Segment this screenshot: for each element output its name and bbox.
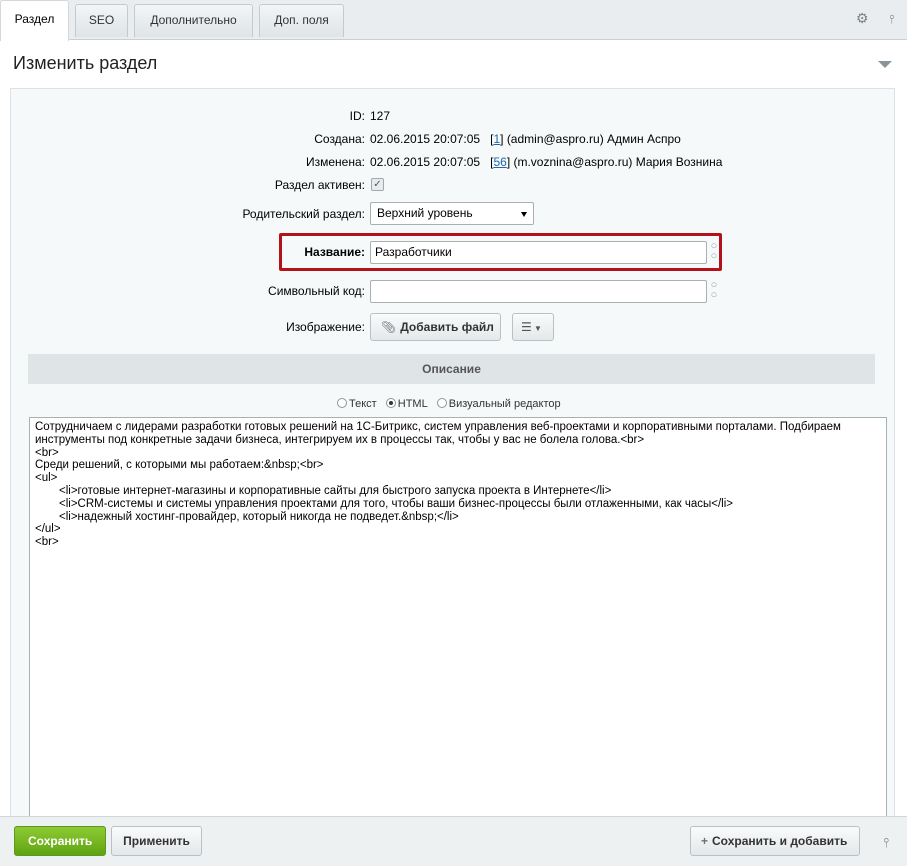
tab-bar: Раздел SEO Дополнительно Доп. поля ⚙ ⫯ [0, 0, 907, 41]
radio-visual[interactable] [436, 398, 447, 408]
row-active: Раздел активен: ✓ [11, 174, 896, 196]
paperclip-icon: 📎︎ [381, 320, 397, 334]
code-input[interactable] [370, 280, 707, 303]
name-input[interactable]: Разработчики [370, 241, 707, 264]
mode-visual-label: Визуальный редактор [448, 398, 561, 410]
editor-line: <br> [35, 446, 59, 459]
active-label: Раздел активен: [274, 178, 365, 192]
id-label: ID: [349, 109, 365, 123]
edit-section-card: Изменить раздел ID: 127 Создана: 02.06.2… [0, 40, 907, 829]
created-user-link[interactable]: 1 [493, 132, 500, 146]
modified-label: Изменена: [306, 155, 365, 169]
name-label: Название: [304, 245, 365, 259]
created-date: 02.06.2015 20:07:05 [370, 132, 481, 146]
created-value: 02.06.2015 20:07:05 [1] (admin@aspro.ru)… [370, 132, 681, 146]
page-title: Изменить раздел [13, 53, 158, 73]
apply-button[interactable]: Применить [111, 826, 202, 856]
add-file-button[interactable]: 📎︎ Добавить файл [370, 313, 501, 341]
pin-icon[interactable]: ⫯ [883, 835, 889, 851]
editor-line: <ul> [35, 472, 58, 485]
description-textarea[interactable]: Сотрудничаем с лидерами разработки готов… [29, 417, 887, 829]
tab-extra-fields[interactable]: Доп. поля [259, 4, 344, 37]
row-parent: Родительский раздел: Верхний уровень [11, 202, 896, 226]
parent-section-select[interactable]: Верхний уровень [370, 202, 534, 225]
pin-icon[interactable]: ⫯ [883, 12, 901, 27]
mode-text-label: Текст [349, 398, 377, 410]
editor-line: инструменты под конкретные задачи бизнес… [35, 433, 645, 446]
mode-html[interactable]: HTML [385, 398, 428, 410]
parent-label: Родительский раздел: [242, 207, 365, 221]
add-file-label: Добавить файл [400, 320, 494, 334]
editor-line: <li>готовые интернет-магазины и корпорат… [59, 484, 612, 497]
modified-value: 02.06.2015 20:07:05 [56] (m.voznina@aspr… [370, 155, 723, 169]
gear-icon[interactable]: ⚙ [853, 10, 871, 27]
editor-mode-switch: Текст HTML Визуальный редактор [337, 398, 567, 410]
mode-html-label: HTML [397, 398, 428, 410]
footer-bar: Сохранить Применить + Сохранить и добавит… [0, 816, 907, 866]
row-code: Символьный код: ○ ○ [11, 280, 896, 304]
modified-user: (m.voznina@aspro.ru) Мария Вознина [513, 155, 723, 169]
editor-line: <li>надежный хостинг-провайдер, который … [59, 510, 459, 523]
menu-icon: ☰ [521, 320, 532, 334]
save-and-add-label: Сохранить и добавить [712, 834, 848, 848]
id-value: 127 [370, 109, 391, 123]
link-chain-icon[interactable]: ○ ○ [709, 241, 719, 263]
image-label: Изображение: [286, 320, 365, 334]
mode-text[interactable]: Текст [337, 398, 377, 410]
plus-icon: + [701, 834, 709, 848]
created-label: Создана: [314, 132, 365, 146]
row-image: Изображение: 📎︎ Добавить файл ☰ ▼ [11, 313, 896, 341]
save-and-add-button[interactable]: + Сохранить и добавить [690, 826, 860, 856]
row-created: Создана: 02.06.2015 20:07:05 [1] (admin@… [11, 128, 896, 150]
modified-user-link[interactable]: 56 [493, 155, 506, 169]
editor-line: <br> [35, 536, 59, 549]
mode-visual[interactable]: Визуальный редактор [436, 398, 561, 410]
row-modified: Изменена: 02.06.2015 20:07:05 [56] (m.vo… [11, 151, 896, 173]
editor-line: Сотрудничаем с лидерами разработки готов… [35, 421, 841, 433]
radio-html[interactable] [385, 398, 396, 408]
collapse-arrow-icon[interactable] [878, 61, 892, 68]
file-menu-button[interactable]: ☰ ▼ [512, 313, 554, 341]
radio-text[interactable] [337, 398, 347, 408]
save-button[interactable]: Сохранить [14, 826, 107, 856]
created-user: (admin@aspro.ru) Админ Аспро [506, 132, 681, 146]
row-name: Название: Разработчики ○ ○ [11, 241, 896, 265]
tab-seo[interactable]: SEO [75, 4, 128, 37]
code-label: Символьный код: [268, 284, 365, 298]
tab-additional[interactable]: Дополнительно [134, 4, 253, 37]
link-chain-icon[interactable]: ○ ○ [709, 280, 719, 302]
row-id: ID: 127 [11, 105, 896, 127]
editor-line: <li>CRM-системы и системы управления про… [59, 497, 733, 510]
tab-tools: ⚙ ⫯ [845, 10, 901, 27]
active-checkbox[interactable]: ✓ [371, 178, 384, 191]
editor-line: Среди решений, с которыми мы работаем:&n… [35, 459, 324, 472]
modified-date: 02.06.2015 20:07:05 [370, 155, 481, 169]
description-header: Описание [28, 354, 875, 384]
editor-line: </ul> [35, 523, 61, 536]
tab-section[interactable]: Раздел [0, 0, 69, 41]
dropdown-caret-icon [521, 212, 527, 217]
parent-section-value: Верхний уровень [377, 206, 473, 220]
form-panel: ID: 127 Создана: 02.06.2015 20:07:05 [1]… [10, 88, 896, 829]
chevron-down-icon: ▼ [531, 324, 542, 333]
